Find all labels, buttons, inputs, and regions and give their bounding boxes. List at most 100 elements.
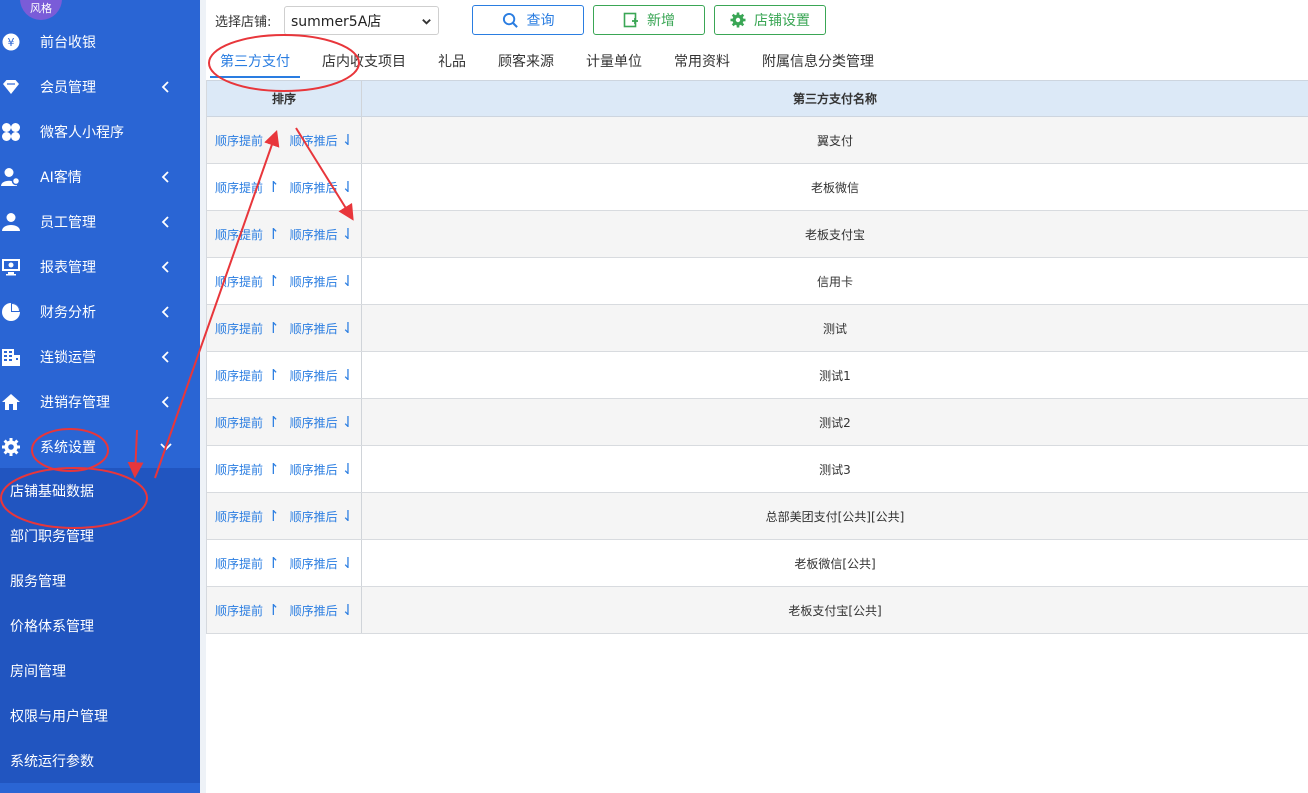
tab-3[interactable]: 顾客来源 xyxy=(498,42,554,79)
sidebar-item-clover[interactable]: 微客人小程序 xyxy=(0,109,200,154)
arrow-down-icon: ⇃ xyxy=(341,318,355,337)
payment-name-cell: 老板微信[公共] xyxy=(794,556,876,571)
tab-5[interactable]: 常用资料 xyxy=(674,42,730,79)
sidebar-item-home[interactable]: 进销存管理 xyxy=(0,379,200,424)
submenu-item[interactable]: 系统运行参数 xyxy=(0,738,200,783)
sidebar-item-building[interactable]: 连锁运营 xyxy=(0,334,200,379)
move-down-link[interactable]: 顺序推后 ⇃ xyxy=(290,414,355,431)
pie-chart-icon xyxy=(0,301,22,323)
column-header-payment-name: 第三方支付名称 xyxy=(792,92,877,106)
arrow-down-icon: ⇃ xyxy=(341,365,355,384)
chevron-down-icon xyxy=(421,15,432,31)
table-row: 顺序提前 ↾ 顺序推后 ⇃ 测试2 xyxy=(207,399,1308,446)
add-button-label: 新增 xyxy=(647,13,675,29)
sidebar-item-label: 微客人小程序 xyxy=(40,124,124,141)
home-icon xyxy=(0,391,22,413)
sidebar-item-user[interactable]: 员工管理 xyxy=(0,199,200,244)
move-up-label: 顺序提前 xyxy=(215,368,264,383)
table-body: 顺序提前 ↾ 顺序推后 ⇃ 翼支付 顺序提前 ↾ 顺序推后 ⇃ 老板微信 顺序提前 ↾ 顺序推后 ⇃ 老板支… xyxy=(207,117,1308,634)
search-icon xyxy=(502,12,519,29)
move-up-link[interactable]: 顺序提前 ↾ xyxy=(215,132,280,149)
table-row: 顺序提前 ↾ 顺序推后 ⇃ 老板微信[公共] xyxy=(207,540,1308,587)
submenu-item[interactable]: 价格体系管理 xyxy=(0,603,200,648)
table-row: 顺序提前 ↾ 顺序推后 ⇃ 老板微信 xyxy=(207,164,1308,211)
submenu-item[interactable]: 权限与用户管理 xyxy=(0,693,200,738)
move-up-link[interactable]: 顺序提前 ↾ xyxy=(215,226,280,243)
query-button[interactable]: 查询 xyxy=(472,5,584,35)
move-down-label: 顺序推后 xyxy=(289,556,338,571)
move-down-link[interactable]: 顺序推后 ⇃ xyxy=(290,461,355,478)
move-up-link[interactable]: 顺序提前 ↾ xyxy=(215,602,280,619)
move-down-label: 顺序推后 xyxy=(289,509,338,524)
payment-name-cell: 测试 xyxy=(822,321,847,336)
add-button[interactable]: 新增 xyxy=(593,5,705,35)
arrow-down-icon: ⇃ xyxy=(341,553,355,572)
move-down-link[interactable]: 顺序推后 ⇃ xyxy=(290,273,355,290)
clover-icon xyxy=(0,121,22,143)
arrow-up-icon: ↾ xyxy=(267,459,280,478)
column-header-order: 排序 xyxy=(207,81,362,116)
move-up-label: 顺序提前 xyxy=(215,556,264,571)
move-up-link[interactable]: 顺序提前 ↾ xyxy=(215,555,280,572)
move-up-link[interactable]: 顺序提前 ↾ xyxy=(215,461,280,478)
chevron-left-icon xyxy=(160,305,172,318)
submenu-item[interactable]: 部门职务管理 xyxy=(0,513,200,558)
payment-name-cell: 总部美团支付[公共][公共] xyxy=(765,509,905,524)
table-row: 顺序提前 ↾ 顺序推后 ⇃ 测试1 xyxy=(207,352,1308,399)
move-down-link[interactable]: 顺序推后 ⇃ xyxy=(290,367,355,384)
payment-name-cell: 翼支付 xyxy=(816,133,853,148)
move-up-link[interactable]: 顺序提前 ↾ xyxy=(215,367,280,384)
sidebar: 风格 ¥ 前台收银 会员管理微客人小程序 AI客情 员工管理 报表管理 财务分析 连锁运营 进销… xyxy=(0,0,200,793)
move-down-link[interactable]: 顺序推后 ⇃ xyxy=(290,508,355,525)
tab-1[interactable]: 店内收支项目 xyxy=(322,42,406,79)
sidebar-item-gear[interactable]: 系统设置 xyxy=(0,424,200,469)
move-up-link[interactable]: 顺序提前 ↾ xyxy=(215,414,280,431)
order-cell: 顺序提前 ↾ 顺序推后 ⇃ xyxy=(207,540,362,586)
submenu-item[interactable]: 店铺基础数据 xyxy=(0,468,200,513)
payment-name-cell: 测试2 xyxy=(819,415,851,430)
move-down-label: 顺序推后 xyxy=(289,227,338,242)
table-row: 顺序提前 ↾ 顺序推后 ⇃ 信用卡 xyxy=(207,258,1308,305)
table-row: 顺序提前 ↾ 顺序推后 ⇃ 老板支付宝[公共] xyxy=(207,587,1308,634)
arrow-up-icon: ↾ xyxy=(267,506,280,525)
move-up-link[interactable]: 顺序提前 ↾ xyxy=(215,320,280,337)
move-up-link[interactable]: 顺序提前 ↾ xyxy=(215,179,280,196)
tab-0[interactable]: 第三方支付 xyxy=(210,42,300,79)
move-down-label: 顺序推后 xyxy=(289,133,338,148)
monitor-icon xyxy=(0,256,22,278)
sidebar-item-yen[interactable]: ¥ 前台收银 xyxy=(0,19,200,64)
move-down-link[interactable]: 顺序推后 ⇃ xyxy=(290,555,355,572)
avatar[interactable]: 风格 xyxy=(20,0,62,20)
query-button-label: 查询 xyxy=(526,13,555,29)
store-select[interactable]: summer5A店 xyxy=(284,6,439,35)
store-settings-button[interactable]: 店铺设置 xyxy=(714,5,826,35)
store-select-label: 选择店铺: xyxy=(215,15,272,30)
move-down-label: 顺序推后 xyxy=(289,180,338,195)
move-down-link[interactable]: 顺序推后 ⇃ xyxy=(290,226,355,243)
move-up-link[interactable]: 顺序提前 ↾ xyxy=(215,273,280,290)
move-down-link[interactable]: 顺序推后 ⇃ xyxy=(290,132,355,149)
move-down-link[interactable]: 顺序推后 ⇃ xyxy=(290,179,355,196)
store-select-value: summer5A店 xyxy=(291,13,382,30)
move-down-link[interactable]: 顺序推后 ⇃ xyxy=(290,602,355,619)
sidebar-item-monitor[interactable]: 报表管理 xyxy=(0,244,200,289)
move-up-label: 顺序提前 xyxy=(215,509,264,524)
move-down-link[interactable]: 顺序推后 ⇃ xyxy=(290,320,355,337)
payment-name-cell: 测试3 xyxy=(819,462,851,477)
sidebar-item-label: 前台收银 xyxy=(40,34,96,51)
sidebar-item-user-pin[interactable]: AI客情 xyxy=(0,154,200,199)
chevron-left-icon xyxy=(160,80,172,93)
tab-6[interactable]: 附属信息分类管理 xyxy=(762,42,874,79)
sidebar-item-pie-chart[interactable]: 财务分析 xyxy=(0,289,200,334)
tab-2[interactable]: 礼品 xyxy=(438,42,466,79)
tab-4[interactable]: 计量单位 xyxy=(586,42,642,79)
system-settings-submenu: 店铺基础数据 部门职务管理 服务管理 价格体系管理 房间管理 权限与用户管理 系统运行参数 xyxy=(0,468,200,783)
chevron-left-icon xyxy=(160,395,172,408)
sidebar-item-diamond[interactable]: 会员管理 xyxy=(0,64,200,109)
order-cell: 顺序提前 ↾ 顺序推后 ⇃ xyxy=(207,587,362,633)
submenu-item[interactable]: 房间管理 xyxy=(0,648,200,693)
submenu-item[interactable]: 服务管理 xyxy=(0,558,200,603)
arrow-up-icon: ↾ xyxy=(267,365,280,384)
move-up-link[interactable]: 顺序提前 ↾ xyxy=(215,508,280,525)
move-down-label: 顺序推后 xyxy=(289,462,338,477)
